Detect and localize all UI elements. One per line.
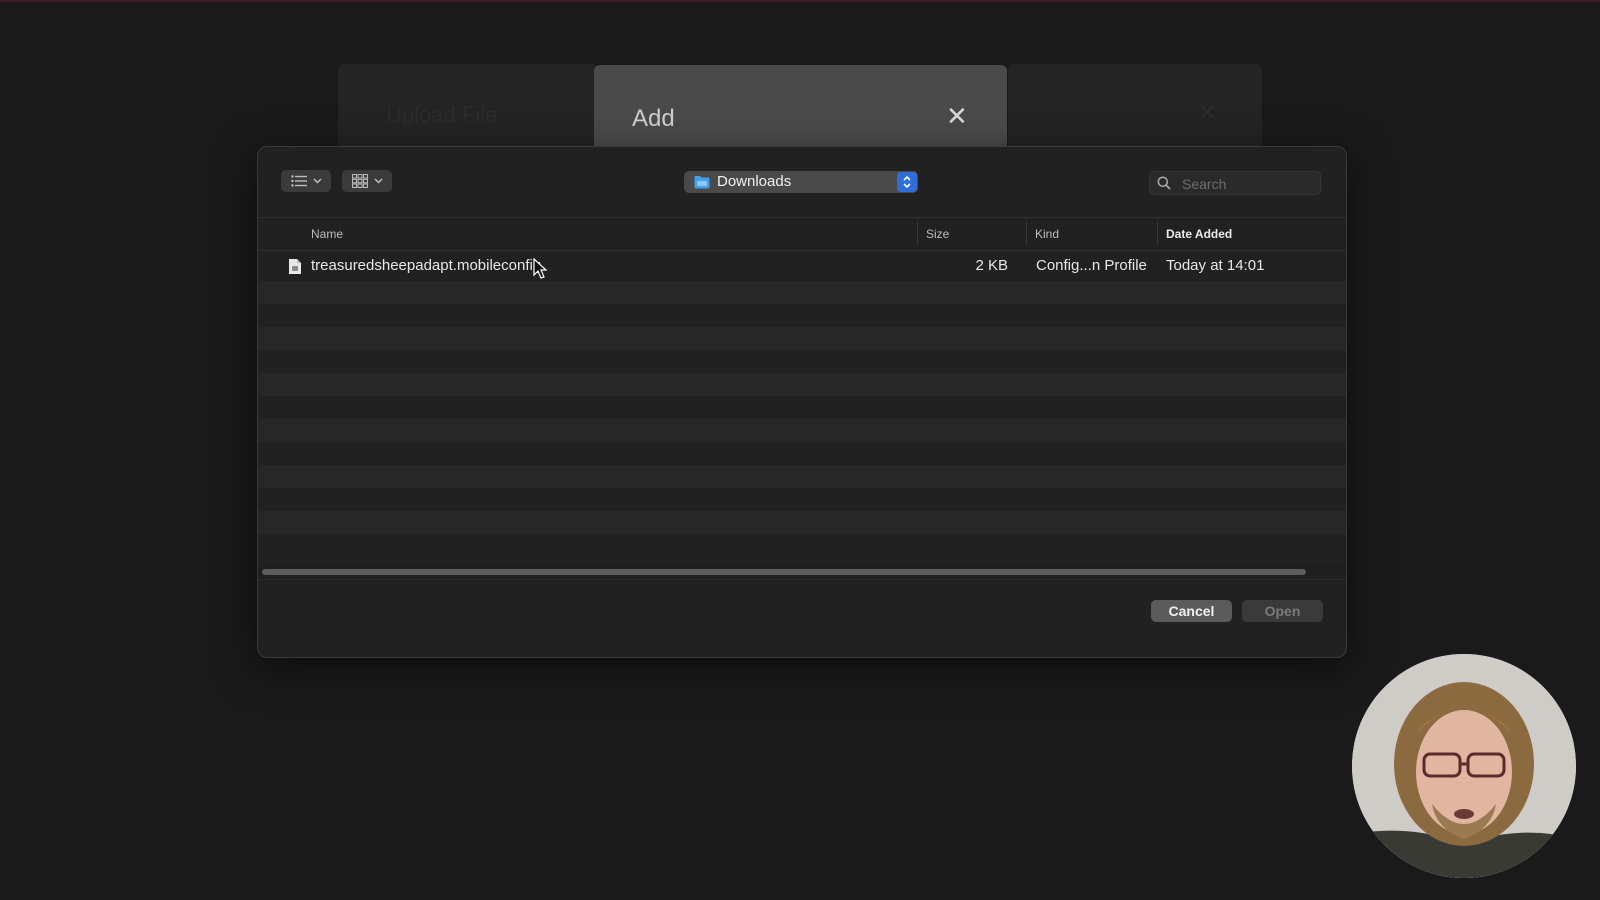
column-header-date-added[interactable]: Date Added bbox=[1157, 222, 1232, 245]
file-open-dialog: Downloads Name Size Kind Date Added bbox=[257, 146, 1347, 658]
cancel-button[interactable]: Cancel bbox=[1151, 600, 1232, 622]
file-size: 2 KB bbox=[975, 257, 1008, 274]
up-down-chevron-icon bbox=[903, 175, 911, 189]
add-modal-title: Add bbox=[632, 105, 675, 132]
column-header-kind[interactable]: Kind bbox=[1026, 222, 1059, 245]
grid-view-button[interactable] bbox=[342, 170, 392, 192]
add-modal-header: Add ✕ bbox=[594, 65, 1007, 147]
upload-file-title: Upload File bbox=[386, 102, 498, 127]
empty-row bbox=[258, 396, 1346, 419]
document-icon bbox=[289, 259, 301, 274]
empty-row bbox=[258, 419, 1346, 442]
empty-row bbox=[258, 511, 1346, 534]
search-icon bbox=[1157, 176, 1171, 190]
webcam-overlay bbox=[1352, 654, 1576, 878]
file-date-added: Today at 14:01 bbox=[1166, 257, 1265, 274]
empty-row bbox=[258, 442, 1346, 465]
location-dropdown[interactable]: Downloads bbox=[684, 171, 918, 193]
folder-icon bbox=[694, 176, 710, 189]
add-modal-close-icon[interactable]: ✕ bbox=[946, 101, 968, 132]
empty-row bbox=[258, 534, 1346, 557]
location-label: Downloads bbox=[717, 173, 792, 190]
empty-row bbox=[258, 281, 1346, 304]
horizontal-scrollbar[interactable] bbox=[258, 565, 1346, 579]
top-border bbox=[0, 0, 1600, 2]
search-field[interactable] bbox=[1149, 171, 1321, 195]
upload-file-panel: Upload File bbox=[338, 64, 598, 146]
empty-row bbox=[258, 304, 1346, 327]
column-header-size[interactable]: Size bbox=[917, 222, 949, 245]
file-list: treasuredsheepadapt.mobileconfig 2 KB Co… bbox=[258, 251, 1346, 561]
empty-row bbox=[258, 350, 1346, 373]
column-header-name[interactable]: Name bbox=[311, 227, 343, 241]
open-button[interactable]: Open bbox=[1242, 600, 1323, 622]
chevron-down-icon bbox=[373, 178, 383, 184]
dialog-footer: Cancel Open bbox=[258, 579, 1346, 657]
empty-row bbox=[258, 465, 1346, 488]
list-view-icon bbox=[290, 175, 307, 187]
presenter-avatar bbox=[1352, 654, 1576, 878]
mouse-cursor-icon bbox=[533, 258, 547, 279]
file-row[interactable]: treasuredsheepadapt.mobileconfig 2 KB Co… bbox=[258, 251, 1346, 281]
scrollbar-thumb[interactable] bbox=[262, 569, 1306, 575]
empty-row bbox=[258, 373, 1346, 396]
file-kind: Config...n Profile bbox=[1036, 257, 1147, 274]
empty-row bbox=[258, 488, 1346, 511]
list-view-button[interactable] bbox=[281, 170, 331, 192]
background-panel-right: ✕ bbox=[1008, 64, 1262, 146]
search-input[interactable] bbox=[1180, 173, 1316, 195]
chevron-down-icon bbox=[312, 178, 322, 184]
dialog-toolbar: Downloads bbox=[258, 147, 1346, 217]
empty-row bbox=[258, 327, 1346, 350]
grid-view-icon bbox=[351, 174, 368, 188]
location-stepper[interactable] bbox=[897, 172, 917, 192]
file-name: treasuredsheepadapt.mobileconfig bbox=[311, 257, 542, 274]
file-list-header: Name Size Kind Date Added bbox=[258, 217, 1346, 251]
background-close-icon: ✕ bbox=[1198, 100, 1217, 125]
